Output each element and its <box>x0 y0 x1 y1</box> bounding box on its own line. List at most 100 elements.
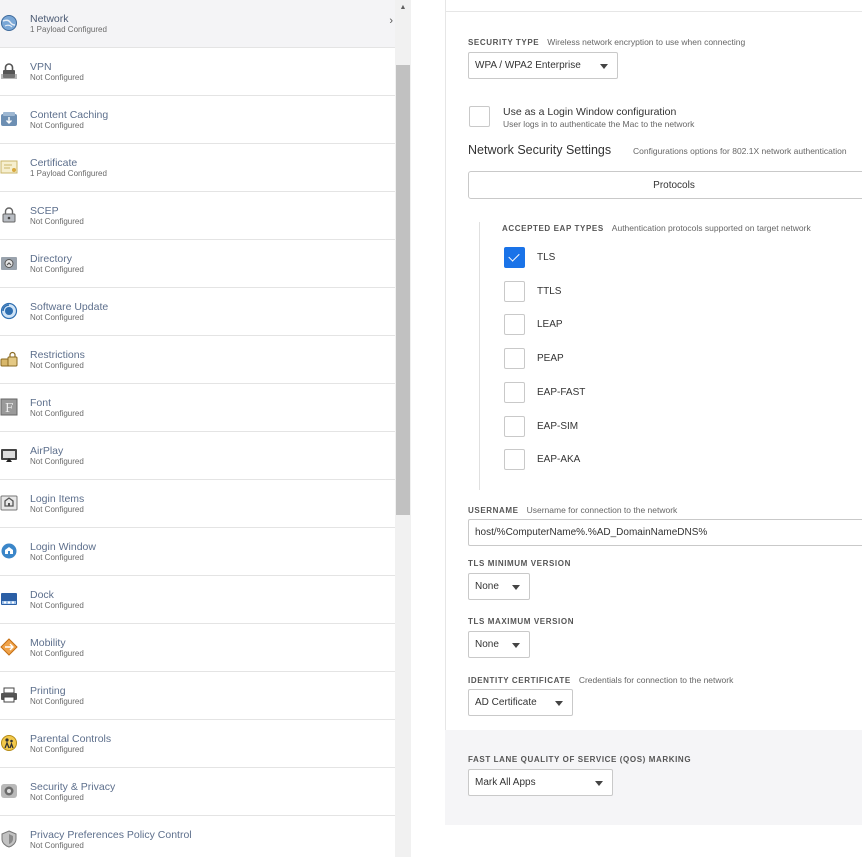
eap-types-description: Authentication protocols supported on ta… <box>611 223 811 233</box>
chevron-down-icon <box>555 701 563 706</box>
eap-checkbox-tls[interactable] <box>504 247 525 268</box>
scep-lock-icon <box>0 206 18 224</box>
sidebar-item-network[interactable]: Network 1 Payload Configured › <box>0 0 395 48</box>
sidebar-item-status: Not Configured <box>30 217 84 226</box>
globe-icon <box>0 14 18 32</box>
sidebar-item-privacy-preferences-policy-control[interactable]: Privacy Preferences Policy Control Not Co… <box>0 816 395 857</box>
chevron-down-icon <box>595 781 603 786</box>
payload-sidebar: Network 1 Payload Configured › VPN Not Confi… <box>0 0 395 857</box>
sidebar-item-font[interactable]: F Font Not Configured <box>0 384 395 432</box>
security-type-label-text: SECURITY TYPE <box>468 38 540 47</box>
security-type-dropdown[interactable]: WPA / WPA2 Enterprise <box>468 52 618 79</box>
login-window-checkbox[interactable] <box>469 106 490 127</box>
sidebar-item-title: Restrictions <box>30 349 85 361</box>
eap-checkbox-eap-aka[interactable] <box>504 449 525 470</box>
login-window-label: Use as a Login Window configuration <box>503 106 677 118</box>
sidebar-item-status: Not Configured <box>30 265 84 274</box>
username-description: Username for connection to the network <box>526 505 678 515</box>
sidebar-item-status: Not Configured <box>30 649 84 658</box>
eap-label-peap: PEAP <box>537 353 564 364</box>
sidebar-scrollbar[interactable]: ▲ <box>395 0 411 857</box>
sidebar-item-airplay[interactable]: AirPlay Not Configured <box>0 432 395 480</box>
privacy-shield-icon <box>0 830 18 848</box>
qos-label: FAST LANE QUALITY OF SERVICE (QOS) MARKI… <box>468 755 692 764</box>
sidebar-item-status: Not Configured <box>30 361 84 370</box>
tab-protocols-label: Protocols <box>653 180 695 191</box>
scroll-thumb[interactable] <box>396 65 410 515</box>
sidebar-item-software-update[interactable]: Software Update Not Configured <box>0 288 395 336</box>
username-label-text: USERNAME <box>468 506 519 515</box>
tls-min-dropdown[interactable]: None <box>468 573 530 600</box>
sidebar-item-security-and-privacy[interactable]: Security & Privacy Not Configured <box>0 768 395 816</box>
eap-label-tls: TLS <box>537 252 556 263</box>
sidebar-item-status: Not Configured <box>30 793 84 802</box>
sidebar-item-title: Security & Privacy <box>30 781 116 793</box>
sidebar-item-title: Font <box>30 397 52 409</box>
sidebar-item-mobility[interactable]: Mobility Not Configured <box>0 624 395 672</box>
eap-types-label: ACCEPTED EAP TYPES Authentication protoco… <box>502 223 811 233</box>
mobility-icon <box>0 638 18 656</box>
sidebar-item-status: 1 Payload Configured <box>30 169 107 178</box>
lock-icon <box>0 62 18 80</box>
directory-icon <box>0 254 18 272</box>
sidebar-item-scep[interactable]: SCEP Not Configured <box>0 192 395 240</box>
card-top-divider <box>445 0 862 12</box>
sidebar-item-title: Certificate <box>30 157 78 169</box>
sidebar-item-login-items[interactable]: Login Items Not Configured <box>0 480 395 528</box>
sidebar-item-vpn[interactable]: VPN Not Configured <box>0 48 395 96</box>
network-security-description: Configurations options for 802.1X networ… <box>633 146 847 156</box>
identity-certificate-label-text: IDENTITY CERTIFICATE <box>468 676 571 685</box>
sidebar-item-title: Printing <box>30 685 66 697</box>
sidebar-item-printing[interactable]: Printing Not Configured <box>0 672 395 720</box>
main-panel: SECURITY TYPE Wireless network encryption… <box>411 0 862 857</box>
eap-checkbox-eap-sim[interactable] <box>504 416 525 437</box>
sidebar-item-status: Not Configured <box>30 697 84 706</box>
sidebar-item-title: SCEP <box>30 205 59 217</box>
identity-certificate-description: Credentials for connection to the networ… <box>578 675 734 685</box>
username-label: USERNAME Username for connection to the n… <box>468 505 677 515</box>
sidebar-item-status: Not Configured <box>30 73 84 82</box>
sidebar-item-directory[interactable]: Directory Not Configured <box>0 240 395 288</box>
sidebar-item-content-caching[interactable]: Content Caching Not Configured <box>0 96 395 144</box>
sidebar-item-title: Login Window <box>30 541 96 553</box>
scroll-up-arrow-icon[interactable]: ▲ <box>395 0 411 16</box>
sidebar-item-title: AirPlay <box>30 445 64 457</box>
identity-certificate-label: IDENTITY CERTIFICATE Credentials for conn… <box>468 675 733 685</box>
username-input[interactable]: host/%ComputerName%.%AD_DomainNameDNS% <box>468 519 862 546</box>
sidebar-item-parental-controls[interactable]: Parental Controls Not Configured <box>0 720 395 768</box>
tls-min-value: None <box>475 581 499 592</box>
identity-certificate-dropdown[interactable]: AD Certificate <box>468 689 573 716</box>
eap-checkbox-ttls[interactable] <box>504 281 525 302</box>
security-type-label: SECURITY TYPE Wireless network encryption… <box>468 37 745 47</box>
sidebar-item-dock[interactable]: Dock Not Configured <box>0 576 395 624</box>
network-security-title: Network Security Settings <box>468 143 612 157</box>
eap-checkbox-eap-fast[interactable] <box>504 382 525 403</box>
chevron-down-icon <box>600 64 608 69</box>
font-icon: F <box>0 398 18 416</box>
chevron-down-icon <box>512 643 520 648</box>
tls-max-dropdown[interactable]: None <box>468 631 530 658</box>
svg-text:F: F <box>5 401 13 415</box>
sidebar-item-title: Dock <box>30 589 54 601</box>
sidebar-item-title: Directory <box>30 253 73 265</box>
tls-max-value: None <box>475 639 499 650</box>
sidebar-item-status: Not Configured <box>30 601 84 610</box>
sidebar-item-login-window[interactable]: Login Window Not Configured <box>0 528 395 576</box>
sidebar-item-restrictions[interactable]: Restrictions Not Configured <box>0 336 395 384</box>
eap-checkbox-leap[interactable] <box>504 314 525 335</box>
dock-icon <box>0 590 18 608</box>
cache-box-icon <box>0 110 18 128</box>
parental-controls-icon <box>0 734 18 752</box>
sidebar-item-certificate[interactable]: Certificate 1 Payload Configured <box>0 144 395 192</box>
sidebar-item-title: Network <box>30 13 69 25</box>
sidebar-item-title: Privacy Preferences Policy Control <box>30 829 192 841</box>
tab-protocols[interactable]: Protocols <box>468 171 862 199</box>
identity-certificate-value: AD Certificate <box>475 697 537 708</box>
airplay-icon <box>0 446 18 464</box>
sidebar-item-status: Not Configured <box>30 457 84 466</box>
sidebar-item-title: VPN <box>30 61 52 73</box>
sidebar-item-status: Not Configured <box>30 745 84 754</box>
qos-dropdown[interactable]: Mark All Apps <box>468 769 613 796</box>
login-window-description: User logs in to authenticate the Mac to … <box>503 119 695 129</box>
eap-checkbox-peap[interactable] <box>504 348 525 369</box>
